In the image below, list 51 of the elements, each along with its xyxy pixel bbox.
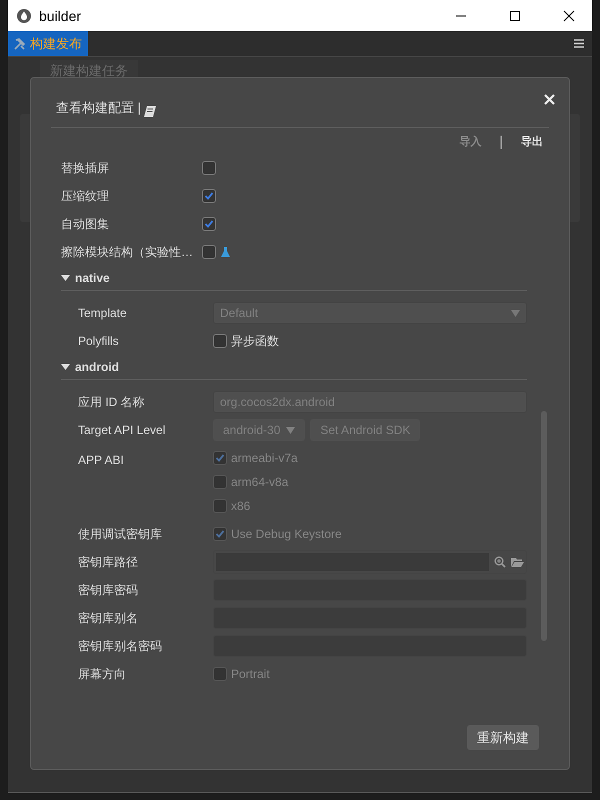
export-button[interactable]: 导出 <box>521 134 543 148</box>
option-label: Use Debug Keystore <box>231 527 342 541</box>
book-icon[interactable] <box>144 106 156 117</box>
window-title: builder <box>39 8 82 24</box>
dialog-title: 查看构建配置 | <box>56 99 141 117</box>
close-icon[interactable] <box>542 92 557 107</box>
checkbox[interactable] <box>213 334 227 348</box>
field-label: 密钥库别名密码 <box>78 638 163 654</box>
option-label: 替换插屏 <box>61 160 110 176</box>
option-label: 异步函数 <box>231 332 279 350</box>
expand-arrow-icon[interactable] <box>61 274 70 282</box>
option-label: Portrait <box>231 667 270 681</box>
section-title[interactable]: native <box>75 271 110 285</box>
dropdown-arrow-icon <box>286 426 296 434</box>
option-label: 压缩纹理 <box>61 188 110 204</box>
field-label: 屏幕方向 <box>78 666 127 682</box>
action-separator: | <box>499 133 503 149</box>
option-label: 自动图集 <box>61 216 110 232</box>
field-label: 应用 ID 名称 <box>78 394 146 410</box>
field-label: 使用调试密钥库 <box>78 526 163 542</box>
field-label: APP ABI <box>78 452 125 467</box>
option-label: arm64-v8a <box>231 475 288 489</box>
dropdown-arrow-icon <box>511 310 520 316</box>
field-label: Target API Level <box>78 423 166 437</box>
check-icon <box>204 219 214 229</box>
field-label: Polyfills <box>78 334 120 348</box>
option-label: x86 <box>231 499 250 513</box>
app-logo-icon <box>17 8 31 22</box>
folder-icon[interactable] <box>511 556 524 568</box>
search-icon[interactable] <box>494 556 506 568</box>
path-field[interactable] <box>213 550 527 574</box>
check-icon <box>204 191 214 201</box>
option-label: 擦除模块结构（实验性… <box>61 244 194 260</box>
expand-arrow-icon[interactable] <box>61 364 70 370</box>
field-label: 密钥库密码 <box>78 582 139 598</box>
close-icon[interactable] <box>563 10 575 22</box>
field-label: 密钥库别名 <box>78 610 139 626</box>
field-label: Template <box>78 306 128 320</box>
maximize-icon[interactable] <box>509 10 521 22</box>
field-label: 密钥库路径 <box>78 554 139 570</box>
checkbox[interactable] <box>202 245 216 259</box>
section-title[interactable]: android <box>75 360 119 374</box>
check-icon <box>215 529 225 539</box>
check-icon <box>215 453 225 463</box>
checkbox[interactable] <box>202 189 216 203</box>
rebuild-button[interactable]: 重新构建 <box>467 725 539 750</box>
checkbox[interactable] <box>202 161 216 175</box>
panel-tab[interactable]: 构建发布 <box>8 31 88 56</box>
checkbox[interactable] <box>202 217 216 231</box>
option-label: armeabi-v7a <box>231 451 298 465</box>
tools-icon <box>14 38 26 50</box>
